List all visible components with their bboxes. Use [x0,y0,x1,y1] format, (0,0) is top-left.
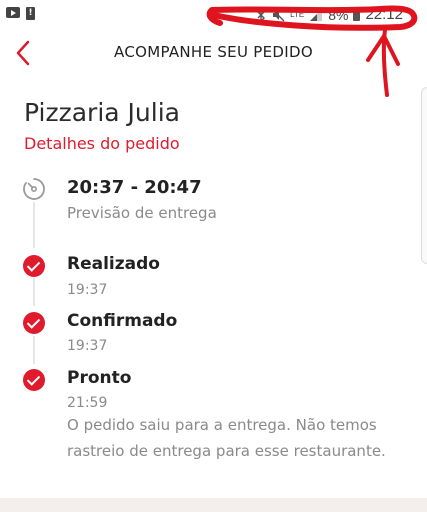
bottom-panel-edge [0,498,427,512]
mute-icon [271,8,285,21]
step-time: 21:59 [67,395,108,411]
page-title: ACOMPANHE SEU PEDIDO [114,43,313,61]
alert-icon: ! [26,7,35,20]
check-circle-icon [23,369,45,391]
step-title: Realizado [67,254,160,274]
eta-label: Previsão de entrega [67,204,217,222]
bluetooth-icon [257,7,266,22]
timeline-connector [33,202,35,248]
app-header: ACOMPANHE SEU PEDIDO [0,30,427,80]
delivery-message: O pedido saiu para a entrega. Não temos … [67,416,386,460]
battery-percent: 8% [328,6,349,23]
store-name: Pizzaria Julia [24,98,180,127]
step-time: 19:37 [67,282,108,298]
timeline-connector [33,336,35,364]
status-bar: ! LTE 8% 22:12 [0,0,427,30]
step-title: Pronto [67,368,132,388]
signal-icon [310,8,323,21]
side-panel-edge[interactable] [421,87,427,264]
youtube-icon [6,7,20,18]
battery-icon [353,8,361,21]
eta-time: 20:37 - 20:47 [67,177,202,198]
clock: 22:12 [365,6,403,23]
network-type: LTE [290,9,305,19]
step-title: Confirmado [67,311,178,331]
order-details-link[interactable]: Detalhes do pedido [24,134,180,153]
check-circle-icon [23,312,45,334]
timeline-connector [33,278,35,306]
clock-icon [23,178,45,200]
check-circle-icon [23,255,45,277]
step-time: 19:37 [67,338,108,354]
